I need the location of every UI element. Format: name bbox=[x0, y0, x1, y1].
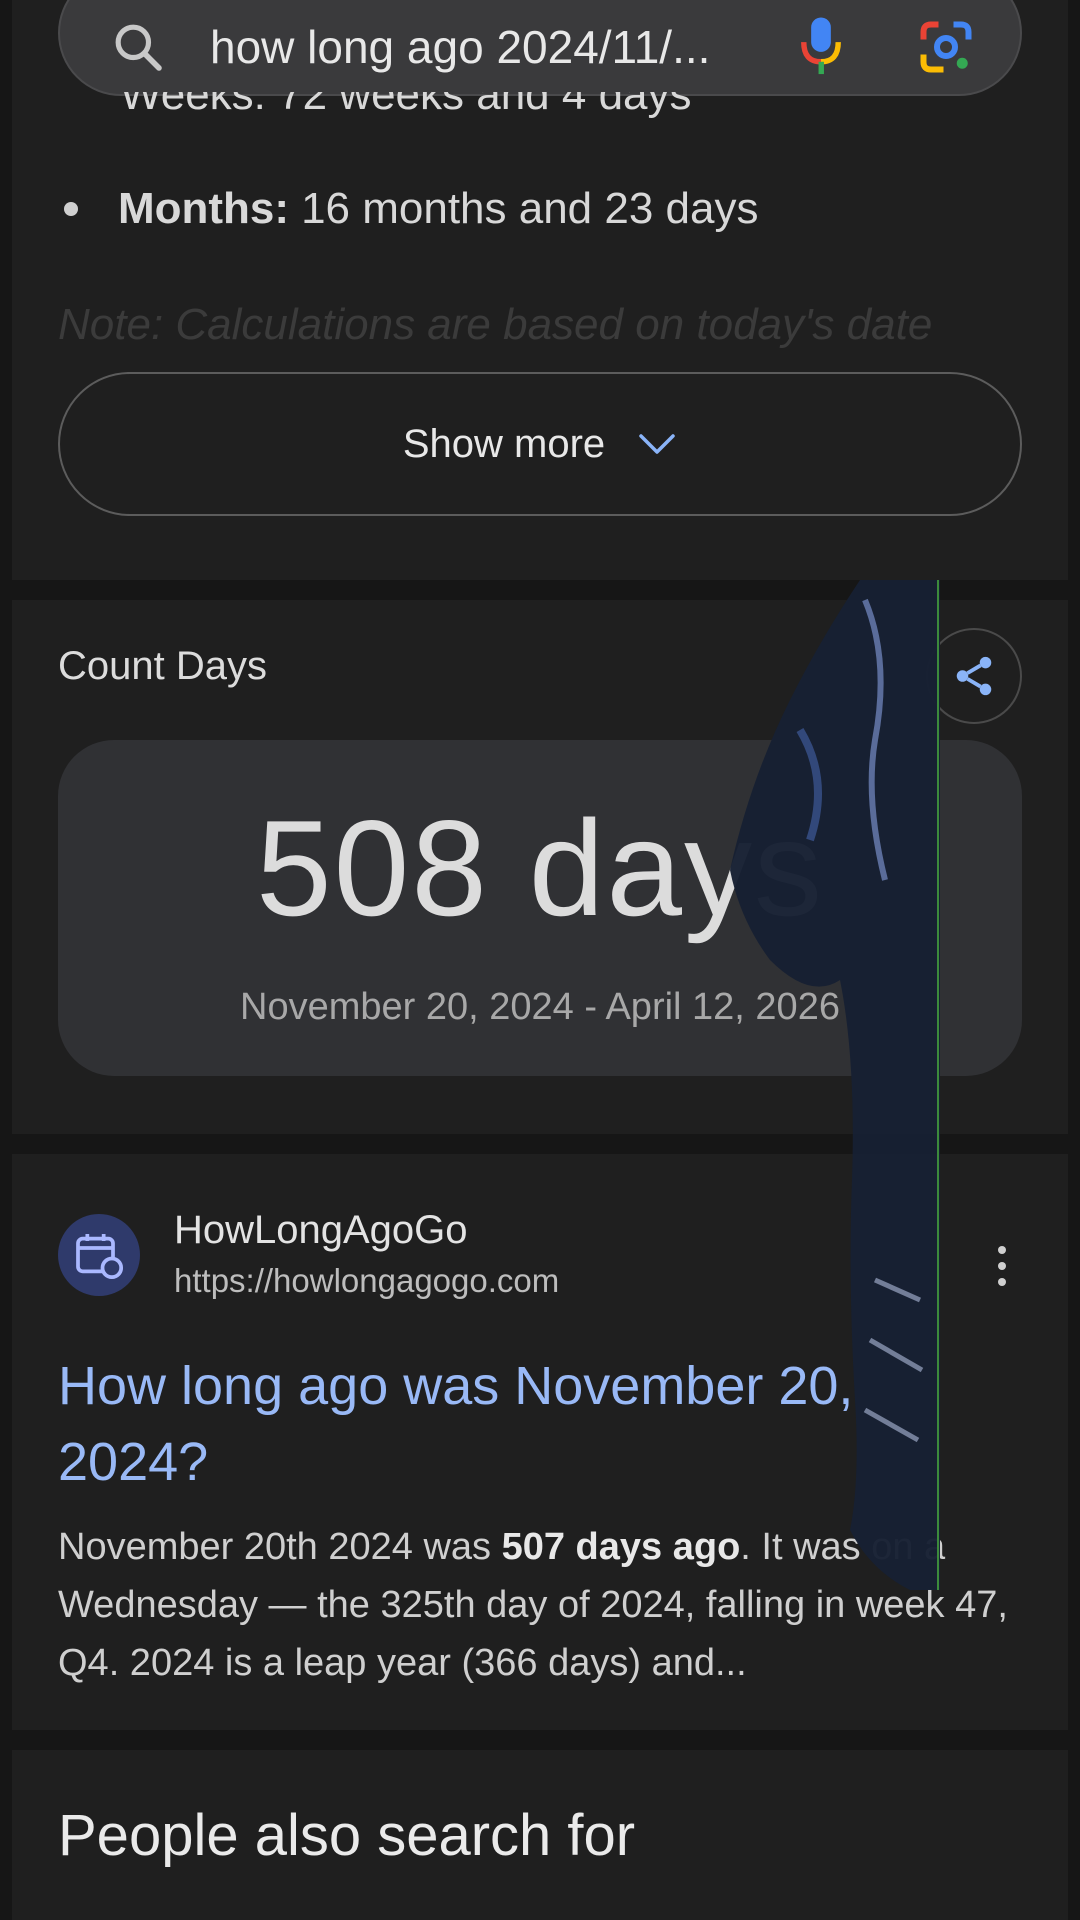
weeks-line-text: Weeks: 72 weeks and 4 days bbox=[120, 92, 692, 119]
screen-edge-right bbox=[1068, 0, 1080, 1920]
share-icon bbox=[956, 656, 992, 696]
section-divider bbox=[12, 1730, 1068, 1750]
people-also-search-heading: People also search for bbox=[58, 1803, 636, 1868]
google-lens-icon[interactable] bbox=[916, 17, 976, 77]
show-more-label: Show more bbox=[402, 421, 606, 466]
weeks-line-partial: Weeks: 72 weeks and 4 days bbox=[120, 92, 692, 128]
date-range: November 20, 2024 - April 12, 2026 bbox=[240, 986, 840, 1028]
days-count-box: 508 days November 20, 2024 - April 12, 2… bbox=[58, 740, 1022, 1076]
snippet-bold: 507 days ago bbox=[501, 1526, 741, 1568]
search-input[interactable]: how long ago 2024/11/... bbox=[210, 20, 796, 74]
calendar-icon bbox=[76, 1234, 124, 1280]
share-button[interactable] bbox=[926, 628, 1022, 724]
section-divider bbox=[12, 580, 1068, 600]
faded-note: Note: Calculations are based on today's … bbox=[58, 300, 933, 349]
months-bullet: Months: 16 months and 23 days bbox=[64, 184, 759, 234]
search-icon[interactable] bbox=[110, 19, 166, 75]
section-divider bbox=[12, 1134, 1068, 1154]
microphone-icon[interactable] bbox=[796, 15, 846, 79]
months-value: 16 months and 23 days bbox=[301, 184, 759, 233]
result-title-link[interactable]: How long ago was November 20, 2024? bbox=[58, 1348, 1018, 1500]
snippet-pre: November 20th 2024 was bbox=[58, 1526, 502, 1568]
site-favicon[interactable] bbox=[58, 1214, 140, 1296]
site-url[interactable]: https://howlongagogo.com bbox=[174, 1262, 559, 1300]
months-label: Months: bbox=[118, 184, 290, 233]
count-days-title: Count Days bbox=[58, 644, 267, 688]
show-more-button[interactable]: Show more bbox=[58, 372, 1022, 516]
more-options-icon[interactable] bbox=[990, 1244, 1014, 1288]
site-name[interactable]: HowLongAgoGo bbox=[174, 1208, 468, 1253]
bullet-dot bbox=[64, 202, 78, 216]
days-count-value: 508 days bbox=[256, 792, 824, 944]
result-snippet: November 20th 2024 was 507 days ago. It … bbox=[58, 1518, 1018, 1692]
chevron-down-icon bbox=[639, 434, 675, 454]
screen-edge-left bbox=[0, 0, 12, 1920]
search-bar[interactable]: how long ago 2024/11/... bbox=[58, 0, 1022, 96]
